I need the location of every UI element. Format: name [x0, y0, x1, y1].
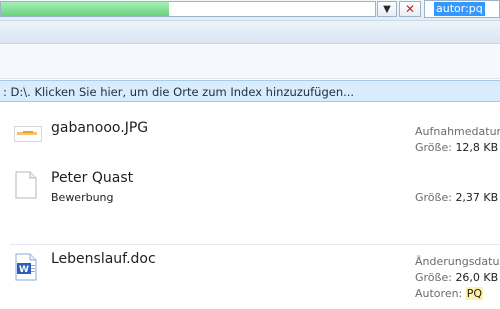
close-icon[interactable]: ✕ [399, 1, 421, 17]
item-subtitle: Bewerbung [51, 191, 114, 204]
item-meta-size: Größe: 2,37 KB [415, 191, 498, 204]
size-value: 12,8 KB [455, 141, 499, 154]
chevron-down-icon[interactable]: ▼ [377, 1, 397, 17]
address-bar-row: ▼ ✕ autor:pq [0, 0, 500, 21]
size-label: Größe: [415, 271, 452, 284]
word-document-icon: W [15, 253, 37, 281]
item-meta-date-label: Aufnahmedatum [415, 125, 500, 138]
item-meta-authors: Autoren: PQ [415, 287, 484, 300]
search-selected-text: autor:pq [434, 2, 485, 16]
svg-text:W: W [19, 265, 29, 275]
size-label: Größe: [415, 191, 452, 204]
size-label: Größe: [415, 141, 452, 154]
image-thumbnail-icon [14, 126, 42, 142]
index-infobar[interactable]: : D:\. Klicken Sie hier, um die Orte zum… [0, 80, 500, 102]
authors-label: Autoren: [415, 287, 463, 300]
item-meta-size: Größe: 26,0 KB [415, 271, 498, 284]
list-item[interactable]: W Lebenslauf.doc Änderungsdatum Größe: 2… [0, 245, 500, 309]
infobar-text: : D:\. Klicken Sie hier, um die Orte zum… [3, 85, 355, 99]
progress-bar [1, 2, 169, 16]
menu-band [0, 21, 500, 44]
item-name: gabanooo.JPG [51, 120, 149, 136]
search-input[interactable]: autor:pq [424, 0, 500, 18]
results-list: gabanooo.JPG Aufnahmedatum Größe: 12,8 K… [0, 103, 500, 309]
item-name: Lebenslauf.doc [51, 251, 156, 267]
toolbar-band [0, 44, 500, 79]
size-value: 26,0 KB [455, 271, 499, 284]
size-value: 2,37 KB [455, 191, 499, 204]
item-name: Peter Quast [51, 170, 134, 186]
address-bar[interactable] [0, 1, 376, 17]
list-item[interactable]: gabanooo.JPG Aufnahmedatum Größe: 12,8 K… [0, 103, 500, 163]
document-icon [15, 171, 37, 199]
item-meta-date-label: Änderungsdatum [415, 255, 500, 268]
item-meta-size: Größe: 12,8 KB [415, 141, 498, 154]
authors-value: PQ [465, 287, 484, 300]
list-item[interactable]: Peter Quast Bewerbung Größe: 2,37 KB [0, 163, 500, 243]
